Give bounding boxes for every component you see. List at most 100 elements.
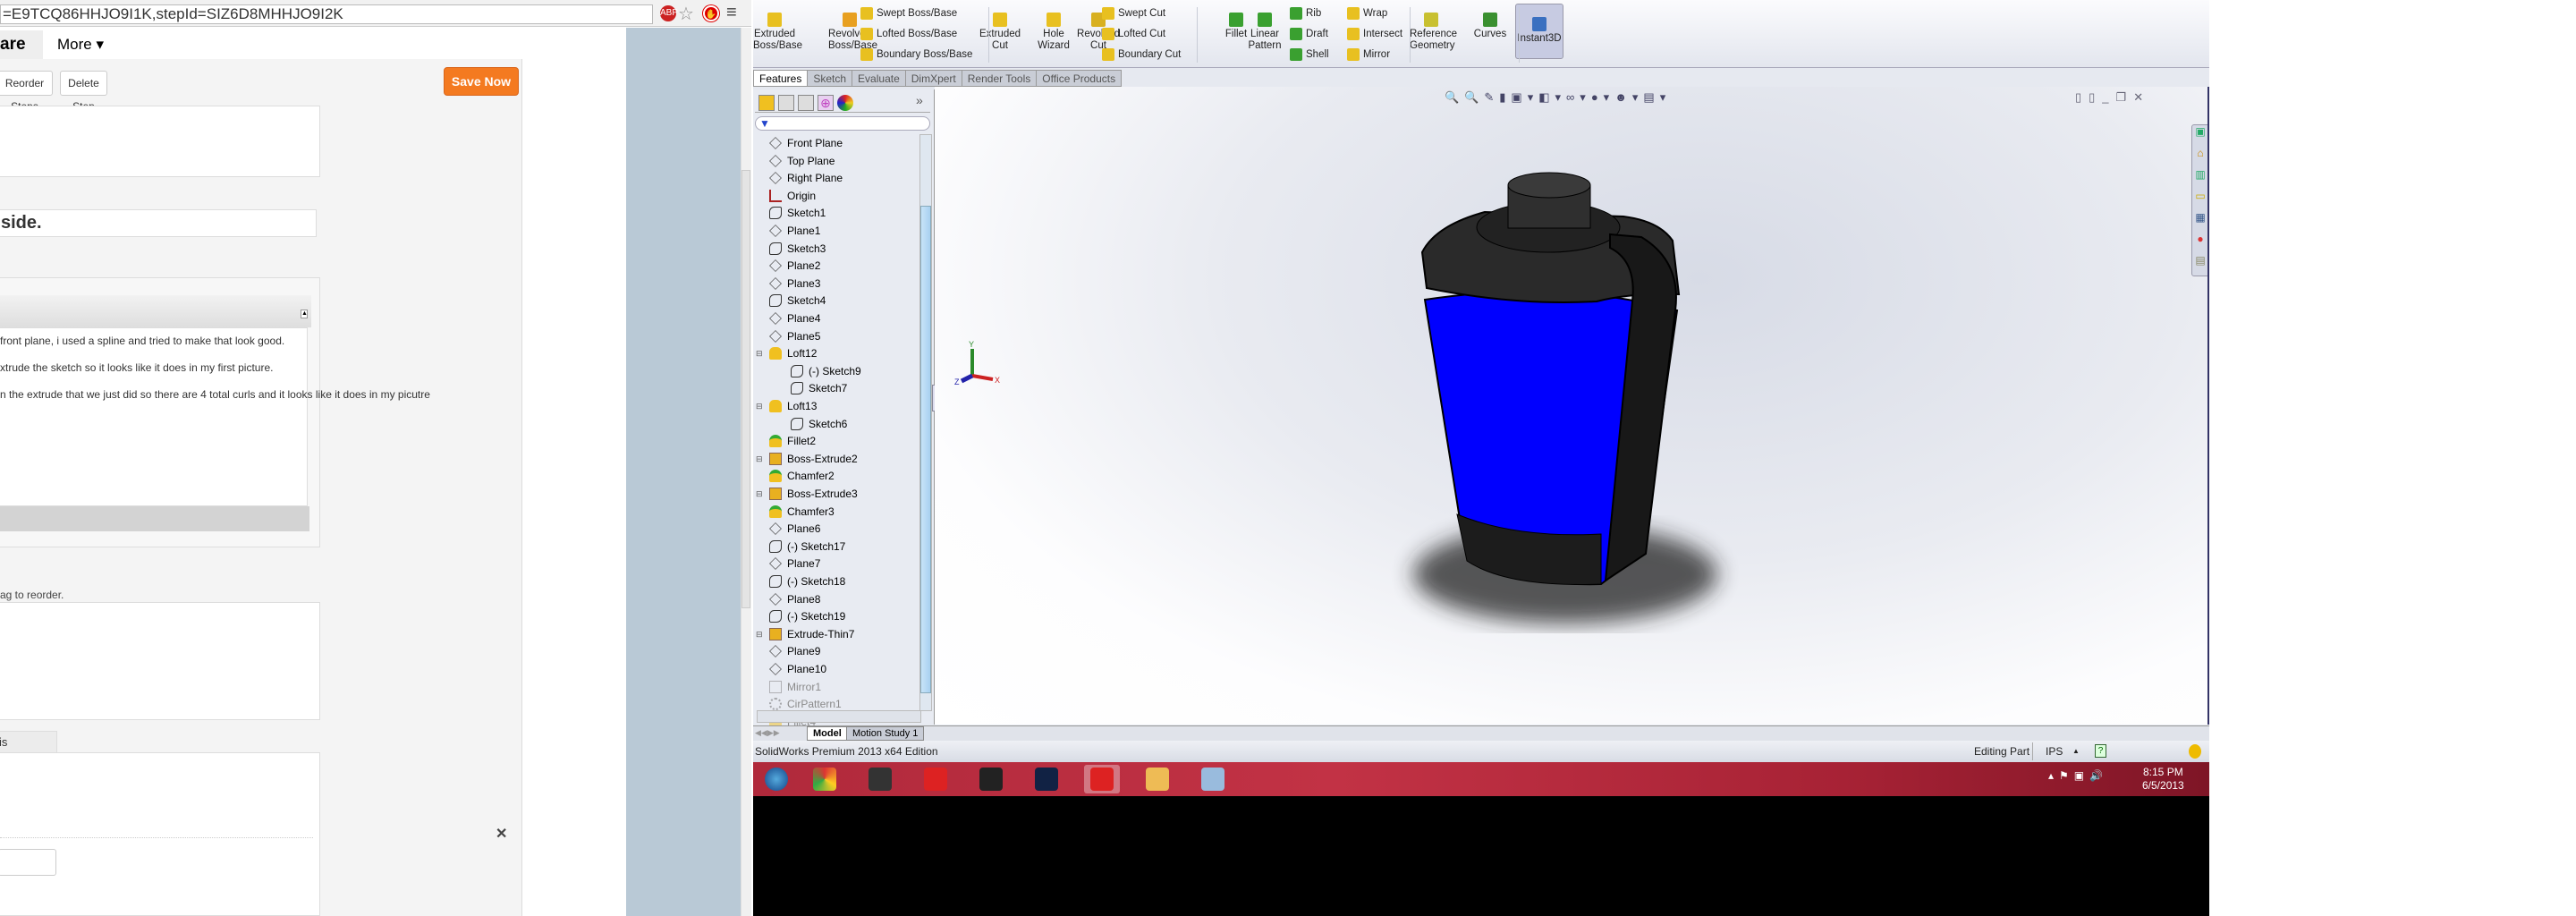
tree-item[interactable]: (-) Sketch17 — [769, 539, 845, 555]
filter-icon[interactable]: ▼ — [755, 116, 930, 131]
tree-item[interactable]: Loft13 — [769, 398, 817, 414]
tree-item[interactable]: (-) Sketch9 — [791, 363, 861, 379]
tree-item[interactable]: (-) Sketch18 — [769, 573, 845, 589]
tree-item[interactable]: Plane7 — [769, 556, 820, 572]
tab-motion-study[interactable]: Motion Study 1 — [846, 726, 925, 741]
taskbar-explorer-icon[interactable] — [1140, 765, 1175, 793]
scrollbar-thumb[interactable] — [741, 170, 750, 608]
tree-item[interactable]: Right Plane — [769, 170, 843, 186]
dimxpert-tab-icon[interactable]: ⊕ — [818, 95, 834, 111]
ribbon-swept-boss-base-button[interactable]: Swept Boss/Base — [860, 7, 957, 20]
ribbon-swept-cut-button[interactable]: Swept Cut — [1102, 7, 1165, 20]
ribbon-instant3d-button[interactable]: Instant3D — [1515, 4, 1563, 59]
taskbar-steam-icon[interactable] — [862, 765, 898, 793]
tree-scrollbar-thumb[interactable] — [920, 206, 931, 693]
tree-item[interactable]: Plane3 — [769, 276, 820, 292]
expand-toggle-icon[interactable]: ⊟ — [756, 451, 763, 467]
ribbon-boundary-cut-button[interactable]: Boundary Cut — [1102, 48, 1181, 61]
tree-item[interactable]: Plane4 — [769, 310, 820, 327]
step-description-editor[interactable] — [0, 327, 308, 506]
tree-item[interactable]: Chamfer3 — [769, 504, 835, 520]
address-bar[interactable]: =E9TCQ86HHJO9I1K,stepId=SIZ6D8MHHJO9I2K — [0, 4, 653, 24]
tree-item[interactable]: (-) Sketch19 — [769, 608, 845, 624]
image-drop-area[interactable] — [0, 602, 320, 720]
tree-item[interactable]: Plane5 — [769, 328, 820, 344]
ribbon-hole-wizard-button[interactable]: Hole Wizard — [1032, 11, 1075, 52]
ribbon-extruded-boss-base-button[interactable]: Extruded Boss/Base — [753, 11, 802, 52]
taskbar-app-icon[interactable] — [973, 765, 1009, 793]
taskbar-solidworks-active-icon[interactable] — [1084, 765, 1120, 793]
taskbar-app2-icon[interactable] — [1029, 765, 1064, 793]
stop-icon[interactable]: ✋ — [703, 5, 719, 21]
star-icon[interactable]: ☆ — [678, 3, 694, 25]
tree-item[interactable]: Plane1 — [769, 223, 820, 239]
property-manager-tab-icon[interactable] — [778, 95, 794, 111]
delete-step-button[interactable]: Delete Step — [60, 71, 107, 113]
ribbon-extruded-cut-button[interactable]: Extruded Cut — [979, 11, 1021, 52]
tree-item[interactable]: Boss-Extrude3 — [769, 486, 858, 502]
tree-item[interactable]: Boss-Extrude2 — [769, 451, 858, 467]
ribbon-curves-button[interactable]: Curves — [1469, 11, 1512, 40]
adblock-icon[interactable]: ABP — [660, 5, 678, 21]
feature-manager-tab-icon[interactable] — [758, 95, 775, 111]
tab-scroll-arrows[interactable]: ◀◀▶▶ — [755, 728, 780, 738]
tab-share[interactable]: are — [0, 30, 43, 59]
bottle-model[interactable] — [935, 87, 2209, 725]
tree-item[interactable]: Plane2 — [769, 258, 820, 274]
tab-model[interactable]: Model — [807, 726, 848, 741]
ribbon-wrap-button[interactable]: Wrap — [1347, 7, 1387, 20]
units-selector[interactable]: IPS — [2046, 741, 2063, 762]
expand-toggle-icon[interactable]: ⊟ — [756, 486, 763, 502]
ribbon-draft-button[interactable]: Draft — [1290, 28, 1328, 40]
system-tray-icons[interactable]: ▴⚑▣🔊 — [2048, 769, 2108, 782]
taskbar-paint-icon[interactable] — [1195, 765, 1231, 793]
tab-render-tools[interactable]: Render Tools — [961, 70, 1038, 87]
tree-item[interactable]: Plane9 — [769, 643, 820, 659]
ribbon-rib-button[interactable]: Rib — [1290, 7, 1321, 20]
tree-item[interactable]: Sketch4 — [769, 293, 826, 309]
graphics-area[interactable]: 🔍🔍✎▮▣▾◧▾∞▾●▾☻▾▤▾ ▯▯_❐✕ ▣ ⌂ ▥ ▭ ▦ ● ▤ Y X… — [935, 87, 2209, 725]
tree-item[interactable]: Chamfer2 — [769, 468, 835, 484]
tree-item[interactable]: Plane6 — [769, 521, 820, 537]
tree-item[interactable]: Extrude-Thin7 — [769, 626, 854, 642]
ribbon-reference-geometry-button[interactable]: Reference Geometry — [1410, 11, 1457, 52]
close-icon[interactable]: ✕ — [496, 825, 507, 843]
tab-evaluate[interactable]: Evaluate — [852, 70, 906, 87]
menu-icon[interactable]: ≡ — [726, 3, 737, 23]
section-tab[interactable]: is instructable — [0, 731, 58, 769]
configuration-manager-tab-icon[interactable] — [798, 95, 814, 111]
tree-item[interactable]: Loft12 — [769, 345, 817, 361]
tree-item[interactable]: Sketch3 — [769, 241, 826, 257]
tree-item[interactable]: Top Plane — [769, 153, 835, 169]
expand-icon[interactable]: » — [916, 93, 923, 107]
expand-toggle-icon[interactable]: ⊟ — [756, 398, 763, 414]
tree-item[interactable]: Front Plane — [769, 135, 843, 151]
step-title-input[interactable]: side. — [0, 209, 317, 237]
tree-item[interactable]: Plane8 — [769, 591, 820, 607]
clock[interactable]: 8:15 PM 6/5/2013 — [2142, 766, 2184, 793]
tree-item[interactable]: Sketch6 — [791, 416, 847, 432]
more-menu[interactable]: More ▾ — [57, 30, 104, 59]
reorder-steps-button[interactable]: Reorder Steps — [0, 71, 53, 113]
tree-item[interactable]: Origin — [769, 188, 816, 204]
ribbon-lofted-cut-button[interactable]: Lofted Cut — [1102, 28, 1165, 40]
units-arrow-icon[interactable]: ▲ — [2072, 741, 2080, 762]
text-input[interactable] — [0, 849, 56, 876]
tab-office-products[interactable]: Office Products — [1036, 70, 1123, 87]
ribbon-intersect-button[interactable]: Intersect — [1347, 28, 1402, 40]
tab-sketch[interactable]: Sketch — [807, 70, 853, 87]
taskbar-start-icon[interactable] — [758, 765, 794, 793]
tree-item[interactable]: Mirror1 — [769, 679, 821, 695]
expand-toggle-icon[interactable]: ⊟ — [756, 345, 763, 361]
display-manager-tab-icon[interactable] — [837, 95, 853, 111]
tree-item[interactable]: Plane10 — [769, 661, 826, 677]
tab-dimxpert[interactable]: DimXpert — [904, 70, 962, 87]
expand-toggle-icon[interactable]: ⊟ — [756, 626, 763, 642]
ribbon-lofted-boss-base-button[interactable]: Lofted Boss/Base — [860, 28, 957, 40]
tree-item[interactable]: Sketch7 — [791, 380, 847, 396]
ribbon-linear-pattern-button[interactable]: Linear Pattern — [1243, 11, 1286, 52]
tree-item[interactable]: Sketch1 — [769, 205, 826, 221]
taskbar-chrome-icon[interactable] — [807, 765, 843, 793]
tree-item[interactable]: Fillet2 — [769, 433, 816, 449]
help-icon[interactable]: ? — [2095, 744, 2106, 758]
